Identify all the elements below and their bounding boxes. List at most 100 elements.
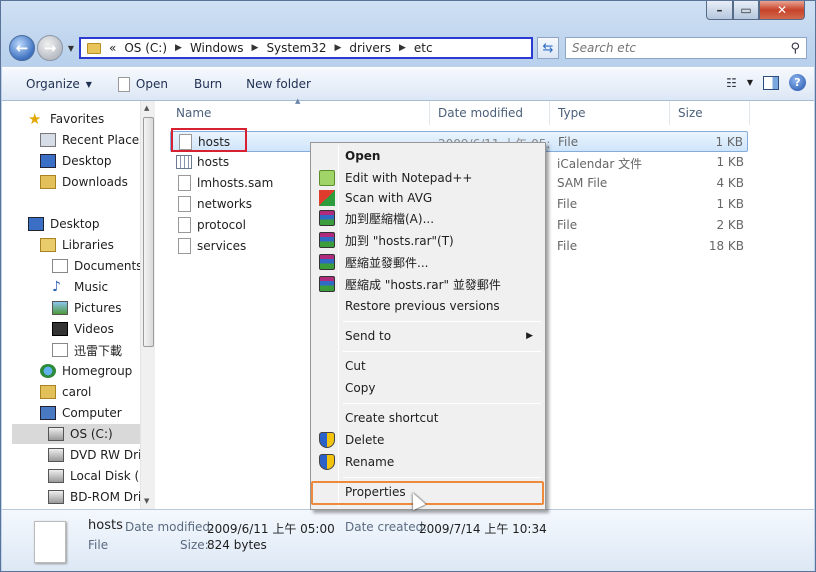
nav-videos[interactable]: Videos — [52, 319, 114, 339]
back-button[interactable]: ← — [9, 35, 35, 61]
nav-os-c[interactable]: OS (C:) — [12, 424, 140, 444]
refresh-icon: ⇆ — [542, 40, 554, 56]
change-view-icon[interactable]: ☷ — [726, 76, 737, 90]
breadcrumb-chevron-icon[interactable]: ▶ — [175, 43, 182, 53]
nav-bd-rom[interactable]: BD-ROM Driv — [48, 487, 148, 507]
help-icon[interactable]: ? — [789, 74, 806, 91]
dvd-drive-icon — [48, 448, 64, 462]
menu-send-to[interactable]: Send to ▶ — [313, 325, 543, 347]
menu-separator — [343, 351, 541, 352]
file-type: File — [557, 218, 578, 232]
menu-rar-add[interactable]: 加到壓縮檔(A)... — [313, 207, 543, 229]
breadcrumb-windows[interactable]: Windows — [190, 41, 244, 55]
nav-music[interactable]: ♪ Music — [52, 277, 108, 297]
file-icon — [178, 217, 191, 233]
nav-desktop-favorite[interactable]: Desktop — [40, 151, 112, 171]
column-type-label: Type — [558, 106, 586, 120]
organize-label: Organize — [26, 77, 80, 91]
nav-homegroup[interactable]: Homegroup — [40, 361, 132, 381]
nav-local-label: Local Disk (E: — [70, 469, 151, 483]
breadcrumb-system32[interactable]: System32 — [266, 41, 326, 55]
scroll-up-icon[interactable]: ▲ — [144, 104, 149, 112]
nav-desktop[interactable]: Desktop — [28, 214, 100, 234]
column-size[interactable]: Size — [670, 101, 750, 125]
maximize-button[interactable]: ▭ — [733, 1, 759, 20]
nav-documents[interactable]: Documents — [52, 256, 142, 276]
address-overflow[interactable]: « — [109, 41, 116, 55]
preview-pane-icon[interactable] — [763, 75, 779, 90]
menu-cut[interactable]: Cut — [313, 355, 543, 377]
menu-delete[interactable]: Delete — [313, 429, 543, 451]
menu-open[interactable]: Open — [313, 145, 543, 167]
menu-rar-hosts[interactable]: 加到 "hosts.rar"(T) — [313, 229, 543, 251]
nav-favorites[interactable]: ★ Favorites — [28, 109, 104, 129]
minimize-button[interactable]: – — [706, 1, 733, 20]
file-size: 4 KB — [716, 176, 744, 190]
file-type: iCalendar 文件 — [557, 157, 643, 171]
address-bar[interactable]: « OS (C:) ▶ Windows ▶ System32 ▶ drivers… — [79, 37, 533, 59]
burn-button[interactable]: Burn — [185, 68, 231, 100]
column-date-modified[interactable]: Date modified — [430, 101, 550, 125]
breadcrumb-chevron-icon[interactable]: ▶ — [334, 43, 341, 53]
nav-bdrom-label: BD-ROM Driv — [70, 490, 149, 504]
menu-scan-avg[interactable]: Scan with AVG — [313, 187, 543, 209]
menu-edit-notepad[interactable]: Edit with Notepad++ — [313, 167, 543, 189]
nav-carol[interactable]: carol — [40, 382, 91, 402]
breadcrumb-chevron-icon[interactable]: ▶ — [399, 43, 406, 53]
breadcrumb-chevron-icon[interactable]: ▶ — [252, 43, 259, 53]
view-dropdown-icon[interactable]: ▼ — [747, 78, 753, 87]
file-name: services — [197, 239, 247, 253]
nav-pictures-label: Pictures — [74, 301, 122, 315]
column-name-label: Name — [176, 106, 212, 120]
new-folder-label: New folder — [246, 77, 311, 91]
nav-recent-places[interactable]: Recent Places — [40, 130, 145, 150]
search-input[interactable] — [572, 41, 782, 55]
search-icon[interactable]: ⚲ — [790, 41, 800, 56]
nav-downloads[interactable]: Downloads — [40, 172, 128, 192]
recent-pages-dropdown[interactable]: ▼ — [65, 44, 77, 53]
computer-icon — [40, 406, 56, 420]
details-modified-label: Date modified: — [125, 520, 215, 534]
avg-icon — [319, 190, 335, 206]
nav-computer[interactable]: Computer — [40, 403, 122, 423]
context-menu: Open Edit with Notepad++ Scan with AVG 加… — [310, 142, 546, 510]
menu-rename[interactable]: Rename — [313, 451, 543, 473]
breadcrumb-etc[interactable]: etc — [414, 41, 433, 55]
uac-shield-icon — [319, 432, 335, 448]
column-name[interactable]: Name — [168, 101, 430, 125]
close-button[interactable]: ✕ — [759, 1, 805, 20]
menu-create-shortcut[interactable]: Create shortcut — [313, 407, 543, 429]
breadcrumb-drivers[interactable]: drivers — [349, 41, 391, 55]
scroll-down-icon[interactable]: ▼ — [144, 497, 149, 505]
nav-scrollbar[interactable]: ▲ ▼ — [140, 101, 155, 509]
homegroup-icon — [40, 364, 56, 378]
details-size-label: Size: — [180, 538, 209, 552]
menu-restore-versions[interactable]: Restore previous versions — [313, 295, 543, 317]
open-button[interactable]: Open — [109, 68, 177, 100]
menu-shortcut-label: Create shortcut — [345, 411, 439, 425]
organize-button[interactable]: Organize ▼ — [2, 68, 101, 100]
nav-dvd-label: DVD RW Driv — [70, 448, 149, 462]
drive-icon — [48, 469, 64, 483]
nav-pictures[interactable]: Pictures — [52, 298, 122, 318]
forward-button[interactable]: → — [37, 35, 63, 61]
nav-dvd[interactable]: DVD RW Driv — [48, 445, 148, 465]
column-type[interactable]: Type — [550, 101, 670, 125]
menu-separator — [343, 403, 541, 404]
menu-rar-hosts-email[interactable]: 壓縮成 "hosts.rar" 並發郵件 — [313, 273, 543, 295]
scrollbar-thumb[interactable] — [143, 117, 154, 347]
library-folder-icon — [52, 343, 68, 357]
menu-rar-email[interactable]: 壓縮並發郵件... — [313, 251, 543, 273]
menu-copy[interactable]: Copy — [313, 377, 543, 399]
column-date-label: Date modified — [438, 106, 524, 120]
nav-xunlei[interactable]: 迅雷下載 — [52, 340, 122, 360]
new-folder-button[interactable]: New folder — [237, 68, 320, 100]
winrar-icon — [319, 210, 335, 226]
file-icon — [117, 76, 130, 92]
documents-icon — [52, 259, 68, 273]
nav-libraries[interactable]: Libraries — [40, 235, 114, 255]
breadcrumb-os-c[interactable]: OS (C:) — [124, 41, 167, 55]
menu-rar-email-label: 壓縮並發郵件... — [345, 255, 429, 270]
nav-local-disk[interactable]: Local Disk (E: — [48, 466, 151, 486]
refresh-button[interactable]: ⇆ — [537, 37, 559, 59]
